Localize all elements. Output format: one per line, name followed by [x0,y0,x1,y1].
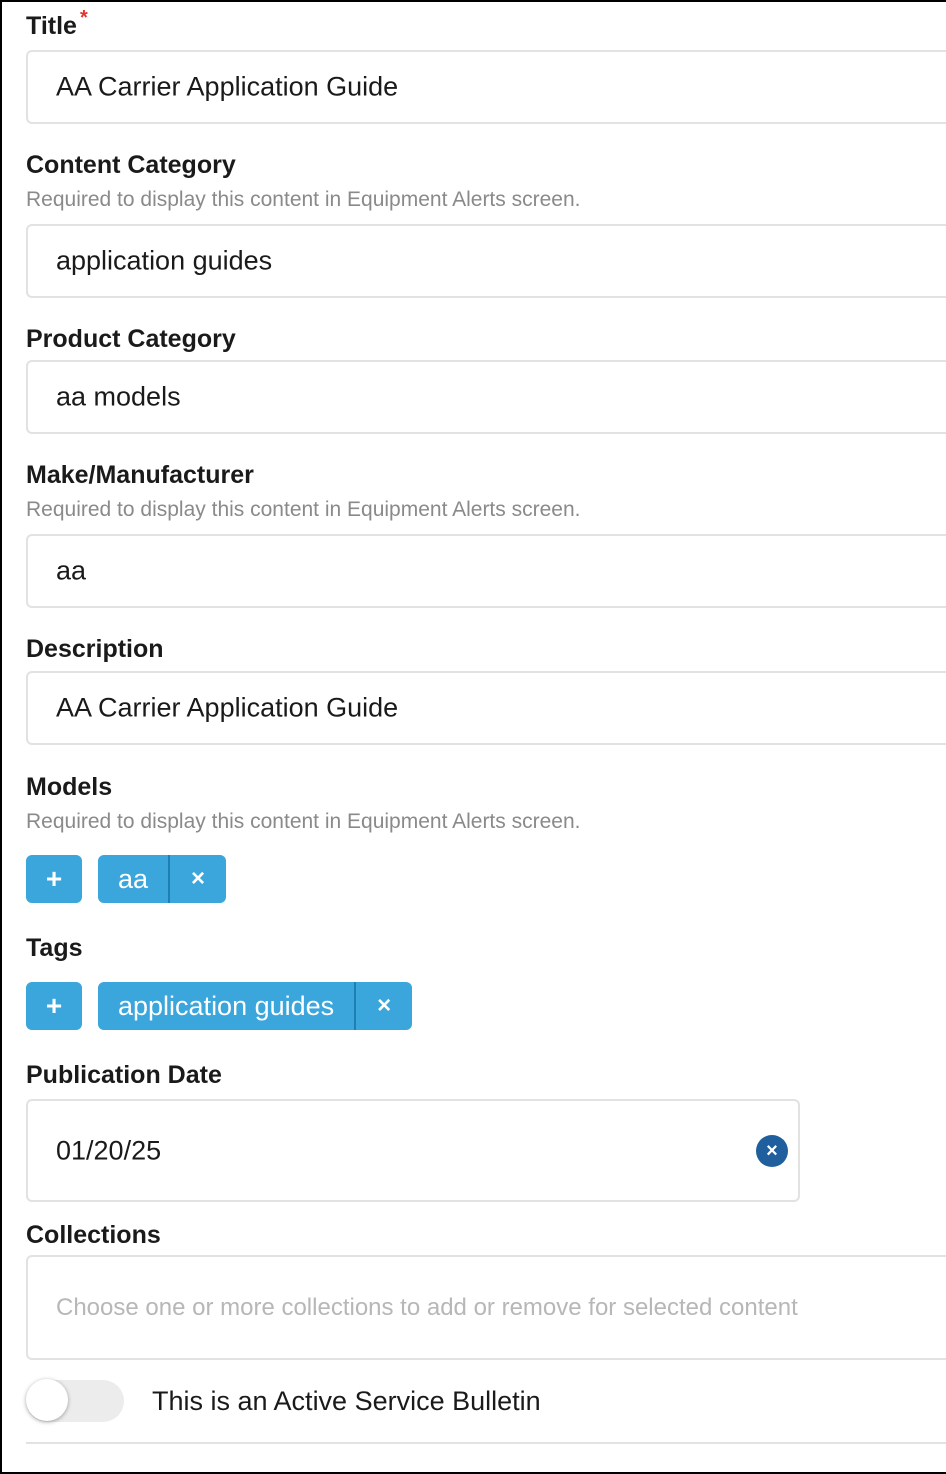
content-category-label: Content Category [26,151,236,179]
title-label-text: Title [26,12,77,40]
divider [26,1442,946,1444]
content-category-select[interactable]: application guides [26,224,946,298]
active-bulletin-label: This is an Active Service Bulletin [152,1386,541,1416]
tag-chip-label: application guides [118,990,335,1021]
publication-date-input[interactable]: 01/20/25 × [26,1099,800,1202]
add-model-button[interactable]: + [26,855,82,903]
title-label: Title * [26,7,88,41]
make-manufacturer-label: Make/Manufacturer [26,461,254,489]
content-edit-form: Title * AA Carrier Application Guide Cont… [0,0,946,1474]
content-category-help: Required to display this content in Equi… [26,188,581,211]
collections-placeholder: Choose one or more collections to add or… [56,1293,798,1321]
title-input-value: AA Carrier Application Guide [56,71,399,102]
models-help: Required to display this content in Equi… [26,810,581,833]
publication-date-label: Publication Date [26,1061,222,1089]
tag-chip: application guides × [98,982,413,1030]
tags-label: Tags [26,934,83,962]
product-category-value: aa models [56,381,181,412]
toggle-knob [26,1379,68,1421]
remove-tag-icon[interactable]: × [354,982,412,1030]
product-category-select[interactable]: aa models [26,360,946,434]
make-manufacturer-value: aa [56,555,87,586]
models-label: Models [26,773,113,801]
content-category-value: application guides [56,245,273,276]
description-input[interactable]: AA Carrier Application Guide [26,671,946,745]
product-category-label: Product Category [26,325,236,353]
publication-date-value: 01/20/25 [56,1135,162,1165]
description-value: AA Carrier Application Guide [56,692,399,723]
collections-label: Collections [26,1221,161,1249]
active-bulletin-toggle[interactable] [26,1379,124,1422]
remove-model-icon[interactable]: × [168,855,226,903]
make-manufacturer-select[interactable]: aa [26,534,946,608]
clear-date-icon[interactable]: × [756,1135,788,1167]
title-input[interactable]: AA Carrier Application Guide [26,50,946,124]
model-chip: aa × [98,855,227,903]
required-marker: * [79,7,88,29]
collections-select[interactable]: Choose one or more collections to add or… [26,1255,946,1360]
description-label: Description [26,635,164,663]
add-tag-button[interactable]: + [26,982,82,1030]
make-manufacturer-help: Required to display this content in Equi… [26,498,581,521]
model-chip-label: aa [118,863,149,894]
